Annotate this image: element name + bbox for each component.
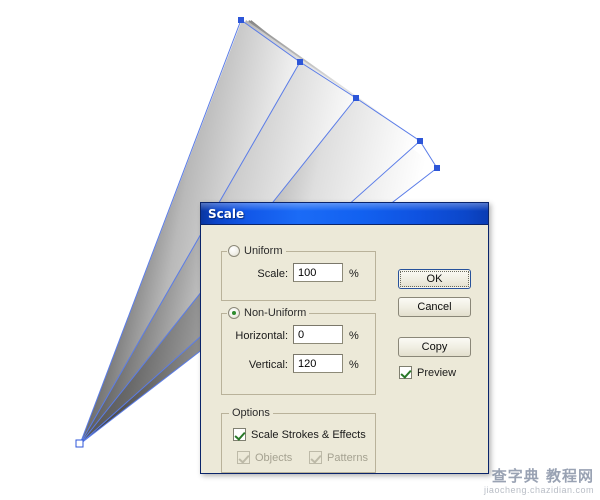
vertical-percent-symbol: % xyxy=(349,359,359,371)
copy-button[interactable]: Copy xyxy=(398,337,471,357)
patterns-checkbox xyxy=(309,451,322,464)
cancel-button[interactable]: Cancel xyxy=(398,297,471,317)
uniform-radio-row[interactable]: Uniform xyxy=(227,245,286,257)
objects-checkbox xyxy=(237,451,250,464)
horizontal-field-label: Horizontal: xyxy=(235,330,288,342)
scale-strokes-effects-label: Scale Strokes & Effects xyxy=(251,428,366,441)
patterns-checkbox-row: Patterns xyxy=(309,451,368,464)
objects-label: Objects xyxy=(255,451,293,464)
nonuniform-radio-label: Non-Uniform xyxy=(244,307,307,319)
scale-field-label: Scale: xyxy=(257,268,288,280)
scale-percent-symbol: % xyxy=(349,268,359,280)
nonuniform-radio-row[interactable]: Non-Uniform xyxy=(227,307,310,319)
vertical-field-label: Vertical: xyxy=(248,359,288,371)
uniform-radio-label: Uniform xyxy=(244,245,283,257)
objects-checkbox-row: Objects xyxy=(237,451,292,464)
dialog-titlebar[interactable]: Scale xyxy=(201,203,488,225)
vertical-input[interactable] xyxy=(293,354,343,373)
horizontal-percent-symbol: % xyxy=(349,330,359,342)
ok-button-label: OK xyxy=(400,271,469,287)
ok-button[interactable]: OK xyxy=(398,269,471,289)
horizontal-input[interactable] xyxy=(293,325,343,344)
dialog-title: Scale xyxy=(208,207,245,221)
preview-label: Preview xyxy=(417,366,457,379)
nonuniform-radio-button[interactable] xyxy=(228,307,240,319)
options-group-legend: Options xyxy=(229,407,273,419)
dialog-body: Uniform Scale: % Non-Uniform Horizontal:… xyxy=(201,225,488,473)
scale-dialog[interactable]: Scale Uniform Scale: % Non-Uniform Horiz… xyxy=(200,202,489,474)
anchor-point-apex[interactable] xyxy=(75,439,84,448)
options-group: Options xyxy=(221,407,376,473)
preview-checkbox-row[interactable]: Preview xyxy=(399,366,456,379)
patterns-label: Patterns xyxy=(327,451,368,464)
uniform-radio-button[interactable] xyxy=(228,245,240,257)
scale-strokes-effects-checkbox[interactable] xyxy=(233,428,246,441)
scale-input[interactable] xyxy=(293,263,343,282)
scale-strokes-effects-checkbox-row[interactable]: Scale Strokes & Effects xyxy=(233,428,366,441)
preview-checkbox[interactable] xyxy=(399,366,412,379)
